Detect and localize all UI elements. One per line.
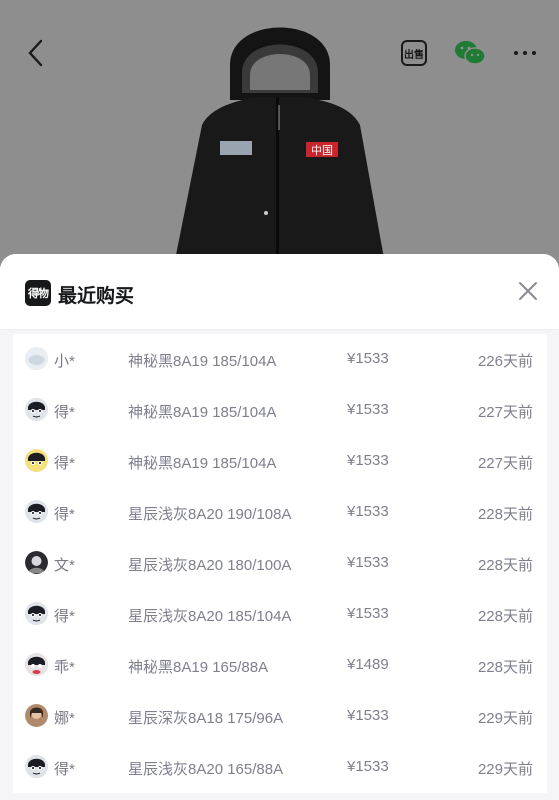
purchase-time: 227天前 bbox=[477, 404, 533, 421]
product-spec: 星辰深灰8A18 175/96A bbox=[128, 710, 284, 727]
user-avatar bbox=[25, 500, 48, 523]
purchase-row: 小* 神秘黑8A19 185/104A ¥1533 226天前 bbox=[13, 334, 547, 385]
wechat-share-button[interactable] bbox=[448, 28, 492, 78]
dewu-logo: 得物 bbox=[25, 280, 51, 306]
purchase-time: 228天前 bbox=[477, 608, 533, 625]
close-button[interactable] bbox=[511, 274, 545, 308]
buyer-name: 文* bbox=[54, 557, 75, 574]
buyer-name: 得* bbox=[54, 404, 75, 421]
purchase-row: 得* 星辰浅灰8A20 165/88A ¥1533 229天前 bbox=[13, 742, 547, 793]
user-avatar bbox=[25, 653, 48, 676]
purchase-row: 得* 星辰浅灰8A20 185/104A ¥1533 228天前 bbox=[13, 589, 547, 640]
sheet-title: 最近购买 bbox=[58, 286, 135, 307]
recent-purchases-sheet: 得物 最近购买 小* 神秘黑8A19 185/104A ¥1533 226天前得* 神秘… bbox=[0, 254, 559, 800]
product-spec: 星辰浅灰8A20 180/100A bbox=[128, 557, 292, 574]
purchase-price: ¥1533 bbox=[347, 452, 389, 469]
buyer-name: 得* bbox=[54, 506, 75, 523]
purchase-time: 228天前 bbox=[477, 557, 533, 574]
purchase-row: 得* 神秘黑8A19 185/104A ¥1533 227天前 bbox=[13, 385, 547, 436]
purchase-row: 娜* 星辰深灰8A18 175/96A ¥1533 229天前 bbox=[13, 691, 547, 742]
purchase-price: ¥1533 bbox=[347, 503, 389, 520]
sheet-header: 得物 最近购买 bbox=[0, 254, 559, 330]
buyer-name: 娜* bbox=[54, 710, 75, 727]
product-spec: 星辰浅灰8A20 190/108A bbox=[128, 506, 292, 523]
purchase-list: 小* 神秘黑8A19 185/104A ¥1533 226天前得* 神秘黑8A19 18… bbox=[13, 334, 547, 793]
purchase-time: 227天前 bbox=[477, 455, 533, 472]
product-spec: 神秘黑8A19 185/104A bbox=[128, 404, 277, 421]
close-icon bbox=[519, 282, 537, 300]
buyer-name: 小* bbox=[54, 353, 75, 370]
user-avatar bbox=[25, 551, 48, 574]
purchase-row: 文* 星辰浅灰8A20 180/100A ¥1533 228天前 bbox=[13, 538, 547, 589]
more-icon bbox=[514, 51, 536, 55]
product-spec: 星辰浅灰8A20 185/104A bbox=[128, 608, 292, 625]
user-avatar bbox=[25, 347, 48, 370]
purchase-price: ¥1533 bbox=[347, 707, 389, 724]
user-avatar bbox=[25, 449, 48, 472]
chevron-left-icon bbox=[28, 39, 43, 67]
purchase-time: 228天前 bbox=[477, 659, 533, 676]
product-spec: 神秘黑8A19 185/104A bbox=[128, 353, 277, 370]
purchase-row: 得* 神秘黑8A19 185/104A ¥1533 227天前 bbox=[13, 436, 547, 487]
purchase-row: 得* 星辰浅灰8A20 190/108A ¥1533 228天前 bbox=[13, 487, 547, 538]
purchase-price: ¥1533 bbox=[347, 401, 389, 418]
purchase-price: ¥1533 bbox=[347, 350, 389, 367]
purchase-time: 229天前 bbox=[477, 761, 533, 778]
user-avatar bbox=[25, 755, 48, 778]
product-spec: 神秘黑8A19 165/88A bbox=[128, 659, 269, 676]
purchase-price: ¥1533 bbox=[347, 605, 389, 622]
product-spec: 神秘黑8A19 185/104A bbox=[128, 455, 277, 472]
buyer-name: 得* bbox=[54, 608, 75, 625]
purchase-time: 226天前 bbox=[477, 353, 533, 370]
user-avatar bbox=[25, 398, 48, 421]
back-button[interactable] bbox=[14, 28, 58, 78]
user-avatar bbox=[25, 602, 48, 625]
purchase-price: ¥1533 bbox=[347, 758, 389, 775]
purchase-price: ¥1489 bbox=[347, 656, 389, 673]
wechat-icon bbox=[455, 41, 486, 65]
purchase-time: 229天前 bbox=[477, 710, 533, 727]
buyer-name: 得* bbox=[54, 455, 75, 472]
top-bar: 出售 bbox=[0, 28, 559, 80]
buyer-name: 得* bbox=[54, 761, 75, 778]
purchase-time: 228天前 bbox=[477, 506, 533, 523]
sell-button[interactable]: 出售 bbox=[392, 28, 436, 78]
more-button[interactable] bbox=[503, 28, 547, 78]
product-spec: 星辰浅灰8A20 165/88A bbox=[128, 761, 284, 778]
purchase-row: 乖* 神秘黑8A19 165/88A ¥1489 228天前 bbox=[13, 640, 547, 691]
sell-icon: 出售 bbox=[401, 40, 427, 66]
sell-label: 出售 bbox=[404, 49, 424, 61]
flag-badge-text: 中国 bbox=[311, 144, 333, 157]
purchase-price: ¥1533 bbox=[347, 554, 389, 571]
product-hero: 中国 出售 bbox=[0, 0, 559, 270]
user-avatar bbox=[25, 704, 48, 727]
buyer-name: 乖* bbox=[54, 659, 75, 676]
